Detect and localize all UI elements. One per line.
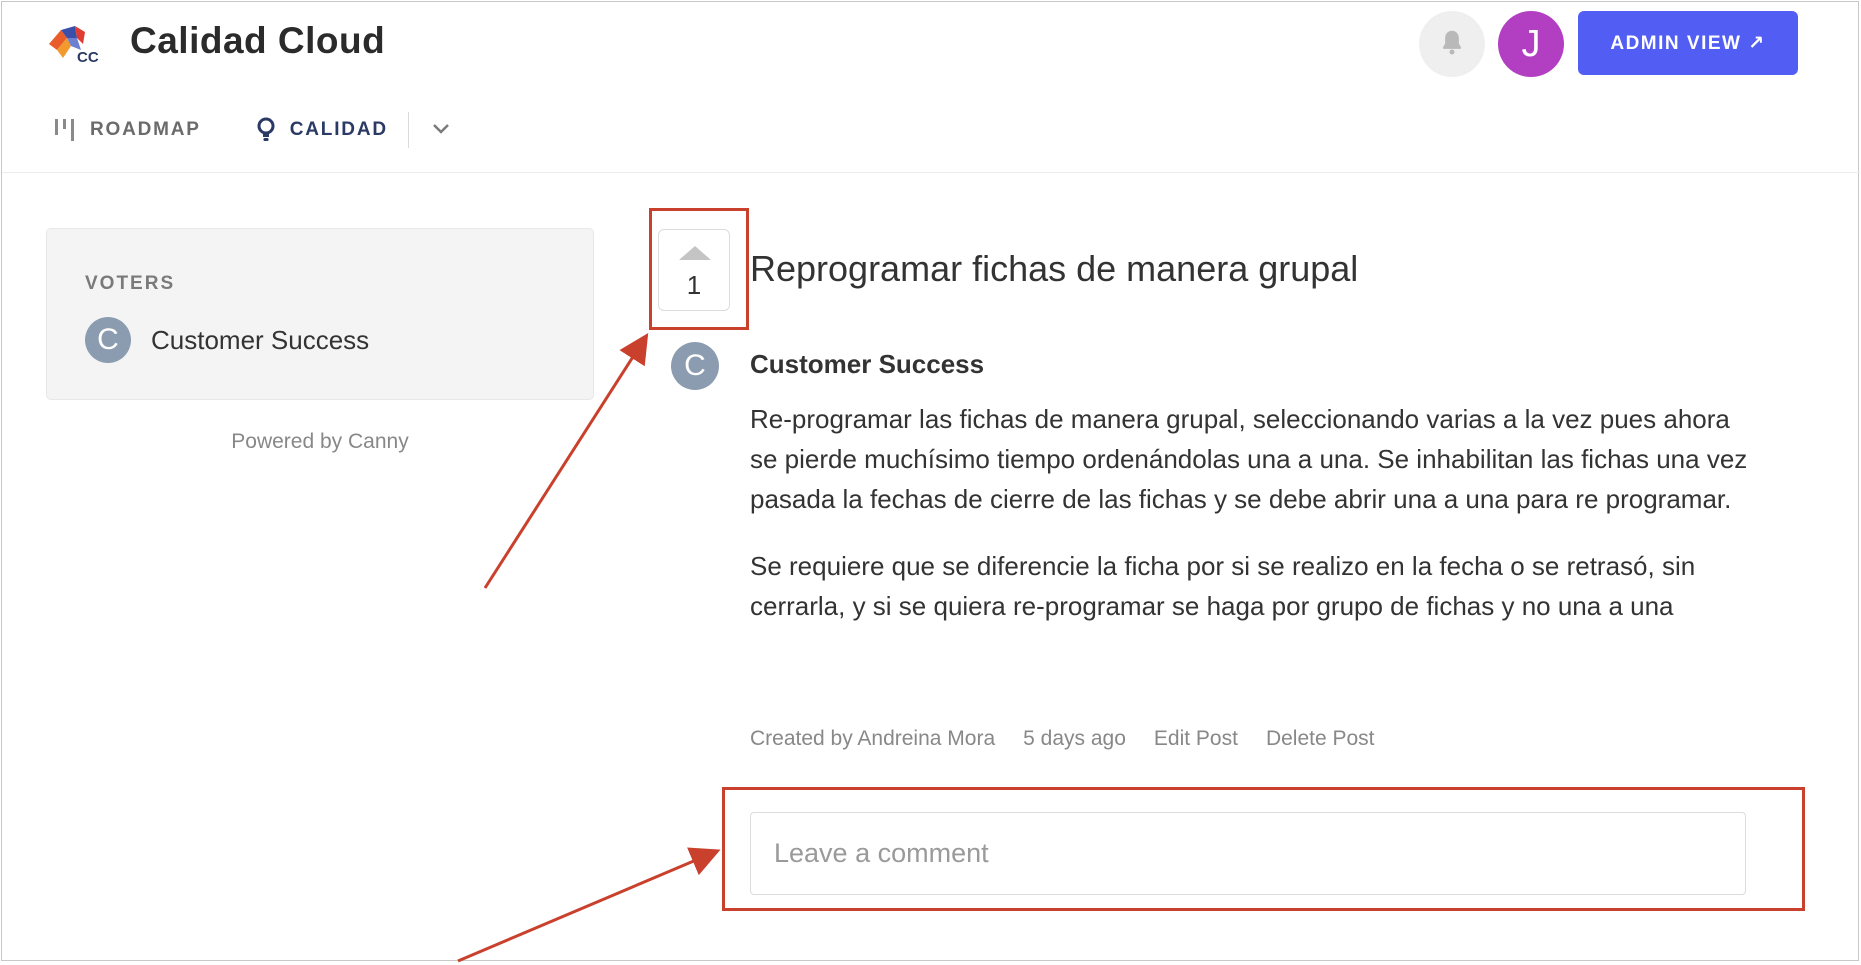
user-avatar[interactable]: J <box>1498 11 1564 77</box>
post-paragraph: Se requiere que se diferencie la ficha p… <box>750 551 1696 621</box>
nav-divider <box>407 112 409 148</box>
delete-post-link[interactable]: Delete Post <box>1266 727 1375 751</box>
created-by: Created by Andreina Mora <box>750 727 996 750</box>
annotation-box-vote <box>649 208 749 330</box>
bell-icon <box>1437 27 1467 62</box>
admin-view-button[interactable]: ADMIN VIEW ↗ <box>1578 11 1798 75</box>
nav-calidad[interactable]: CALIDAD <box>256 117 388 143</box>
calidad-cloud-logo[interactable]: CC <box>47 24 111 66</box>
screenshot-frame: CC Calidad Cloud J ADMIN VIEW ↗ ROADMAP … <box>0 0 1861 965</box>
lightbulb-icon <box>256 117 276 143</box>
chevron-down-icon <box>431 121 451 140</box>
brand-title[interactable]: Calidad Cloud <box>130 20 385 62</box>
author-avatar: C <box>671 342 719 390</box>
post-paragraph: Re-programar las fichas de manera grupal… <box>750 404 1748 514</box>
voter-avatar: C <box>85 317 131 363</box>
nav-calidad-label: CALIDAD <box>289 119 388 140</box>
post-meta: Created by Andreina Mora 5 days ago Edit… <box>750 727 1403 751</box>
post-body: Re-programar las fichas de manera grupal… <box>750 399 1750 626</box>
voters-title: VOTERS <box>85 273 176 294</box>
annotation-box-comment <box>722 787 1805 911</box>
roadmap-icon <box>54 117 76 143</box>
boards-dropdown[interactable] <box>431 121 451 140</box>
notifications-button[interactable] <box>1419 11 1485 77</box>
post-title: Reprogramar fichas de manera grupal <box>750 248 1359 289</box>
post-time: 5 days ago <box>1023 727 1126 750</box>
edit-post-link[interactable]: Edit Post <box>1154 727 1238 751</box>
header-divider <box>2 172 1860 173</box>
voters-panel: VOTERS C Customer Success <box>46 228 594 400</box>
voter-name: Customer Success <box>151 325 370 355</box>
powered-by-link[interactable]: Powered by Canny <box>46 430 594 454</box>
board-nav: ROADMAP CALIDAD <box>54 110 451 150</box>
nav-roadmap[interactable]: ROADMAP <box>54 117 201 143</box>
logo-text: CC <box>77 49 99 64</box>
author-name: Customer Success <box>750 349 985 379</box>
nav-roadmap-label: ROADMAP <box>90 119 201 140</box>
